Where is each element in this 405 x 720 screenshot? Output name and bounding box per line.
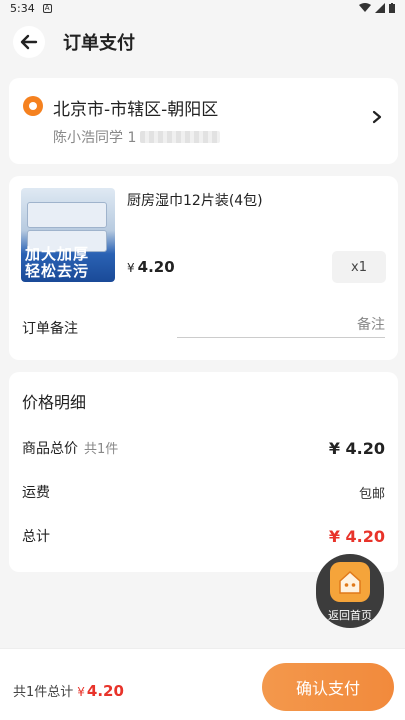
house-icon (339, 570, 361, 594)
order-summary: 共1件总计 ¥ 4.20 (13, 681, 124, 700)
status-bar: 5:34 A (0, 0, 405, 16)
back-button[interactable] (13, 26, 45, 58)
chevron-right-icon (372, 110, 382, 124)
home-mascot-icon (330, 562, 370, 602)
subtotal-row: 商品总价 共1件 ¥ 4.20 (22, 438, 385, 458)
subtotal-label: 商品总价 (22, 441, 78, 457)
total-value: ¥ 4.20 (328, 526, 385, 546)
signal-icon (375, 3, 385, 13)
subtotal-label-group: 商品总价 共1件 (22, 438, 118, 458)
price-detail-card: 价格明细 商品总价 共1件 ¥ 4.20 运费 包邮 总计 ¥ 4.20 (9, 372, 398, 572)
item-count: 共1件 (84, 442, 119, 457)
confirm-pay-button[interactable]: 确认支付 (262, 663, 394, 711)
price-detail-title: 价格明细 (22, 393, 87, 412)
contact-name-phone: 陈小浩同学 1 (53, 130, 137, 146)
address-main: 北京市-市辖区-朝阳区 (53, 100, 219, 120)
back-home-button[interactable]: 返回首页 (316, 554, 384, 628)
battery-icon (389, 3, 395, 13)
summary-currency: ¥ (77, 685, 85, 699)
wifi-icon (359, 3, 371, 12)
shipping-row: 运费 包邮 (22, 482, 385, 502)
subtotal-value: ¥ 4.20 (328, 438, 385, 458)
order-note-label: 订单备注 (22, 321, 78, 337)
summary-total: 4.20 (86, 682, 124, 700)
back-arrow-icon (20, 34, 38, 50)
shipping-value: 包邮 (358, 486, 385, 502)
product-card: 加大加厚 轻松去污 厨房湿巾12片装(4包) ¥4.20 x1 订单备注 (9, 176, 398, 360)
summary-label: 共1件总计 (13, 685, 74, 700)
order-note-input[interactable] (177, 312, 385, 338)
product-price: ¥4.20 (127, 258, 175, 276)
product-image[interactable]: 加大加厚 轻松去污 (21, 188, 115, 282)
masked-phone (140, 131, 221, 143)
total-row: 总计 ¥ 4.20 (22, 526, 385, 546)
total-label: 总计 (22, 529, 50, 545)
package-graphic (27, 202, 107, 228)
product-quantity: x1 (332, 251, 386, 283)
page-title: 订单支付 (63, 33, 135, 54)
product-name: 厨房湿巾12片装(4包) (127, 193, 263, 209)
status-icons (359, 3, 395, 13)
shipping-label: 运费 (22, 485, 50, 501)
status-time: 5:34 (10, 1, 35, 15)
bottom-bar: 共1件总计 ¥ 4.20 确认支付 (0, 648, 405, 720)
product-image-text: 加大加厚 轻松去污 (25, 245, 90, 280)
address-card[interactable]: 北京市-市辖区-朝阳区 陈小浩同学 1 (9, 78, 398, 164)
location-pin-icon (23, 96, 43, 116)
back-home-label: 返回首页 (328, 609, 372, 622)
page-header: 订单支付 (0, 18, 405, 66)
notification-badge-icon: A (42, 3, 52, 13)
address-contact: 陈小浩同学 1 (53, 127, 221, 147)
